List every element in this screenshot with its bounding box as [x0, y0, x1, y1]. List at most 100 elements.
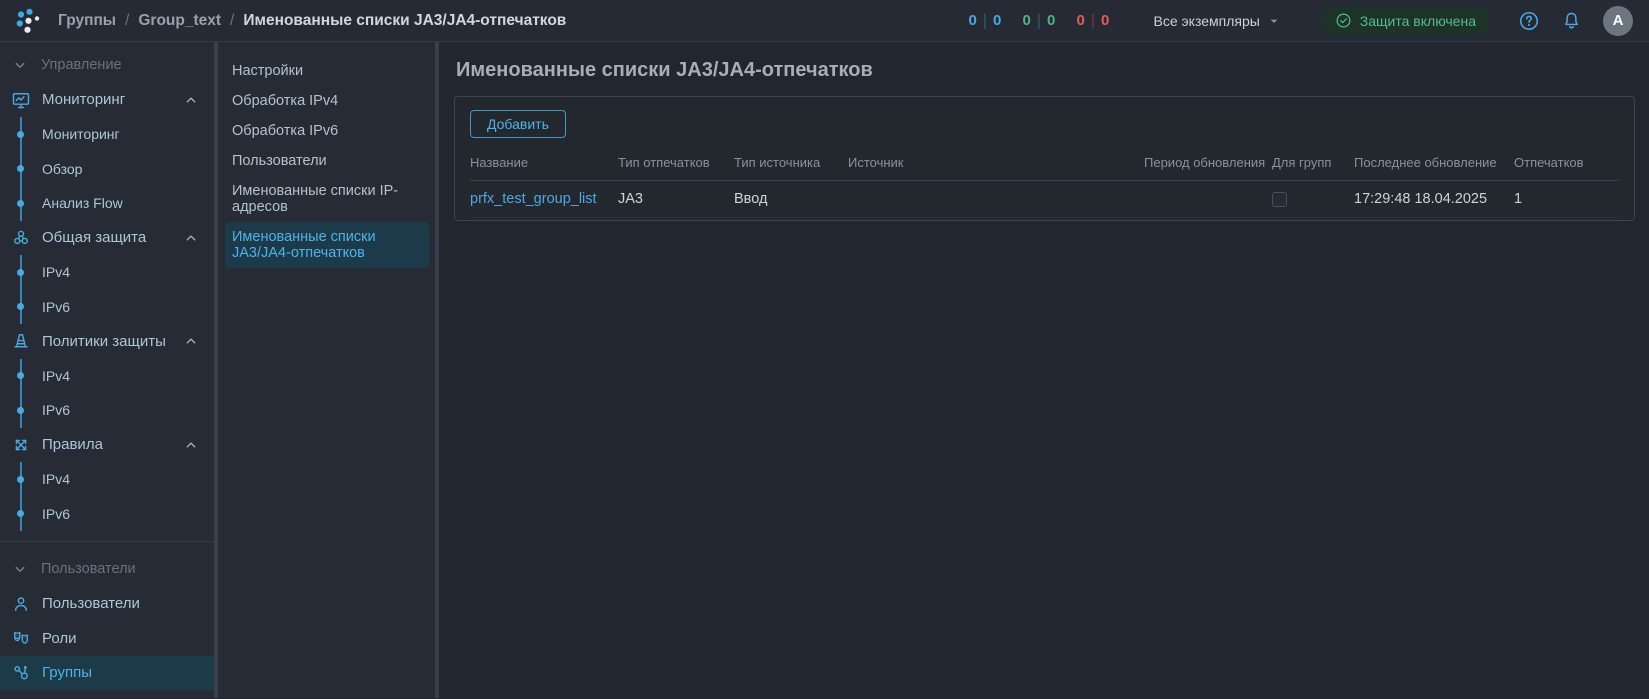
sidebar-item-politiki-ipv6[interactable]: IPv6: [0, 393, 214, 428]
sidebar-item-gruppy[interactable]: Группы: [0, 656, 214, 691]
page-body: Управление Мониторинг Мониторинг Обзор Анали…: [0, 42, 1649, 698]
sidebar-nav: Управление Мониторинг Мониторинг Обзор Анали…: [0, 42, 214, 698]
sidebar-item-obshchaya-zashchita-ipv4[interactable]: IPv4: [0, 255, 214, 290]
chevron-up-icon: [182, 332, 200, 350]
table-cell: 17:29:48 18.04.2025: [1354, 181, 1514, 218]
sidebar-item-analiz-flow[interactable]: Анализ Flow: [0, 186, 214, 221]
help-icon[interactable]: [1518, 10, 1540, 32]
sidebar-item-label: Политики защиты: [42, 333, 166, 350]
caret-down-icon: [1266, 13, 1282, 29]
counter-pair: 0|0: [1023, 12, 1056, 29]
breadcrumb-separator: /: [230, 12, 234, 30]
sidebar-item-label: IPv6: [0, 299, 70, 315]
sidebar-item-label: Правила: [42, 436, 103, 453]
table-header-row: НазваниеТип отпечатковТип источникаИсточ…: [470, 147, 1619, 181]
tree-bullet-icon: [17, 200, 24, 207]
sidebar-item-pravila-ipv4[interactable]: IPv4: [0, 462, 214, 497]
submenu-item-obrabotka-ipv4[interactable]: Обработка IPv4: [218, 86, 435, 116]
sidebar-item-label: Группы: [42, 664, 92, 681]
submenu-item-obrabotka-ipv6[interactable]: Обработка IPv6: [218, 116, 435, 146]
user-icon: [11, 594, 31, 614]
rules-arrows-icon: [11, 435, 31, 455]
sidebar-item-label: Роли: [42, 630, 77, 647]
sidebar-section-polzovateli-section[interactable]: Пользователи: [0, 552, 214, 587]
roles-masks-icon: [11, 628, 31, 648]
table-cell: [1144, 181, 1272, 218]
table-column-header: Последнее обновление: [1354, 147, 1514, 181]
chevron-up-icon: [182, 436, 200, 454]
counter-separator: |: [983, 11, 987, 30]
sidebar-item-pravila[interactable]: Правила: [0, 428, 214, 463]
tree-bullet-icon: [17, 131, 24, 138]
submenu-item-nastroyki[interactable]: Настройки: [218, 56, 435, 86]
table-row: prfx_test_group_list JA3Ввод 17:29:48 18.0…: [470, 181, 1619, 218]
check-circle-icon: [1335, 12, 1352, 29]
tree-bullet-icon: [17, 269, 24, 276]
instance-selector-label: Все экземпляры: [1154, 13, 1260, 29]
table-column-header: Отпечатков: [1514, 147, 1619, 181]
submenu-item-polzovateli[interactable]: Пользователи: [218, 146, 435, 176]
tree-bullet-icon: [17, 407, 24, 414]
breadcrumb-item[interactable]: Group_text: [138, 12, 221, 30]
protection-status-label: Защита включена: [1360, 13, 1476, 29]
sidebar-item-monitoring[interactable]: Мониторинг: [0, 83, 214, 118]
instance-selector[interactable]: Все экземпляры: [1154, 13, 1282, 29]
add-button[interactable]: Добавить: [470, 110, 566, 138]
submenu-item-spiski-ip-adresov[interactable]: Именованные списки IP-адресов: [218, 176, 435, 222]
counter-separator: |: [1091, 11, 1095, 30]
breadcrumb: Группы/Group_text/Именованные списки JA3…: [58, 12, 566, 30]
protection-status-badge[interactable]: Защита включена: [1320, 6, 1491, 35]
chevron-down-icon: [11, 560, 29, 578]
sidebar-item-polzovateli[interactable]: Пользователи: [0, 587, 214, 622]
tree-bullet-icon: [17, 476, 24, 483]
table-column-header: Период обновления: [1144, 147, 1272, 181]
shield-network-icon: [11, 228, 31, 248]
table-cell: [1272, 181, 1354, 218]
for-groups-checkbox[interactable]: [1272, 192, 1287, 207]
table-column-header: Для групп: [1272, 147, 1354, 181]
table-body: prfx_test_group_list JA3Ввод 17:29:48 18.0…: [470, 181, 1619, 218]
sidebar-item-politiki-ipv4[interactable]: IPv4: [0, 359, 214, 394]
sidebar-item-obshchaya-zashchita[interactable]: Общая защита: [0, 221, 214, 256]
page-title: Именованные списки JA3/JA4-отпечатков: [456, 59, 1635, 82]
main-content: Именованные списки JA3/JA4-отпечатков До…: [439, 42, 1649, 698]
user-avatar[interactable]: A: [1603, 6, 1633, 36]
table-cell: Ввод: [734, 181, 848, 218]
sidebar-item-label: IPv6: [0, 506, 70, 522]
table-cell: JA3: [618, 181, 734, 218]
submenu-item-spiski-ja3-ja4[interactable]: Именованные списки JA3/JA4-отпечатков: [225, 222, 429, 268]
table-cell: prfx_test_group_list: [470, 181, 618, 218]
breadcrumb-item[interactable]: Группы: [58, 12, 116, 30]
counter-value: 0: [1101, 12, 1110, 29]
list-name-link[interactable]: prfx_test_group_list: [470, 191, 597, 207]
sidebar-item-label: IPv4: [0, 264, 70, 280]
sidebar-item-pravila-ipv6[interactable]: IPv6: [0, 497, 214, 532]
notifications-bell-icon[interactable]: [1561, 10, 1582, 31]
counter-pair: 0 | 0: [1077, 12, 1110, 29]
sidebar-item-label: Управление: [41, 57, 122, 73]
sidebar-divider: [0, 541, 214, 542]
table-column-header: Источник: [848, 147, 1144, 181]
sidebar-item-label: Пользователи: [42, 595, 140, 612]
sidebar-item-label: IPv4: [0, 368, 70, 384]
policy-cone-icon: [11, 331, 31, 351]
table-column-header: Тип источника: [734, 147, 848, 181]
lists-card: Добавить НазваниеТип отпечатковТип источ…: [454, 96, 1635, 221]
counter-value: 0: [969, 12, 978, 29]
sidebar-item-politiki-zashchity[interactable]: Политики защиты: [0, 324, 214, 359]
sidebar-item-label: Общая защита: [42, 229, 146, 246]
sidebar-section-upravlenie[interactable]: Управление: [0, 48, 214, 83]
sidebar-item-obzor[interactable]: Обзор: [0, 152, 214, 187]
app-logo-icon[interactable]: [14, 7, 42, 35]
sidebar-item-roli[interactable]: Роли: [0, 621, 214, 656]
chevron-up-icon: [182, 91, 200, 109]
sidebar-item-label: Мониторинг: [42, 91, 125, 108]
breadcrumb-item[interactable]: Именованные списки JA3/JA4-отпечатков: [243, 12, 566, 30]
fingerprint-lists-table: НазваниеТип отпечатковТип источникаИсточ…: [470, 147, 1619, 218]
counter-value: 0: [1077, 12, 1086, 29]
chevron-down-icon: [11, 56, 29, 74]
sidebar-item-label: Обзор: [0, 161, 82, 177]
sidebar-item-monitoring-page[interactable]: Мониторинг: [0, 117, 214, 152]
counter-value: 0: [993, 12, 1002, 29]
sidebar-item-obshchaya-zashchita-ipv6[interactable]: IPv6: [0, 290, 214, 325]
